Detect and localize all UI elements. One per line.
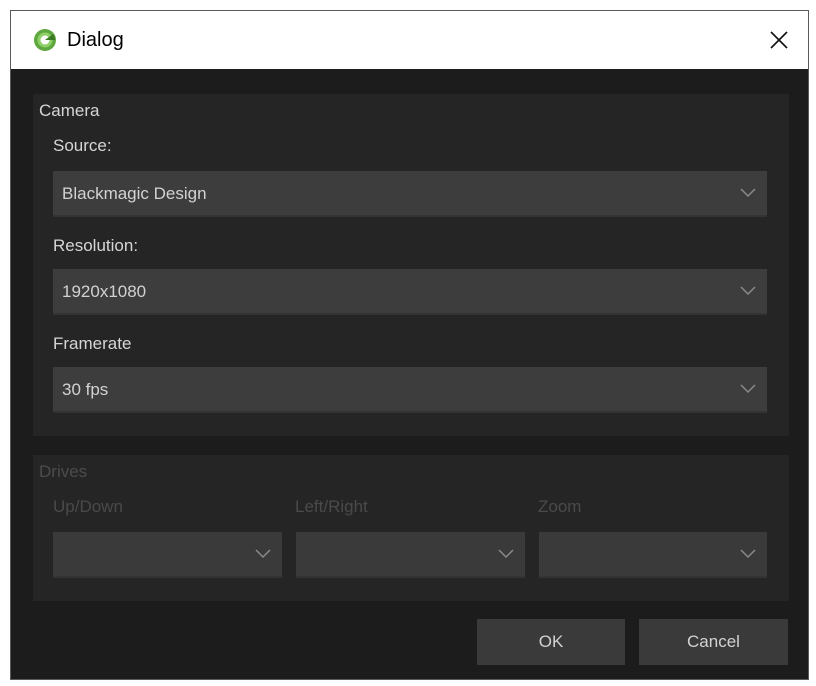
zoom-combo[interactable] [539, 532, 767, 578]
title-bar: Dialog [11, 11, 808, 69]
close-button[interactable] [750, 11, 808, 69]
chevron-down-icon [740, 549, 756, 559]
close-icon [770, 31, 788, 49]
chevron-down-icon [740, 384, 756, 394]
left-right-label: Left/Right [295, 497, 368, 516]
zoom-label: Zoom [538, 497, 582, 516]
framerate-combo[interactable]: 30 fps [53, 367, 767, 413]
app-logo-icon [34, 29, 56, 51]
window-title: Dialog [67, 29, 124, 51]
resolution-label: Resolution: [53, 236, 139, 255]
dialog-content: Camera Source: Blackmagic Design Resolut… [11, 69, 808, 679]
camera-group: Camera Source: Blackmagic Design Resolut… [33, 94, 789, 436]
chevron-down-icon [740, 188, 756, 198]
chevron-down-icon [740, 286, 756, 296]
ok-button[interactable]: OK [477, 619, 625, 665]
resolution-value: 1920x1080 [62, 282, 147, 301]
resolution-combo[interactable]: 1920x1080 [53, 269, 767, 315]
framerate-label: Framerate [53, 334, 132, 353]
left-right-combo[interactable] [296, 532, 525, 578]
up-down-label: Up/Down [53, 497, 123, 516]
chevron-down-icon [255, 549, 271, 559]
dialog-window: Dialog Camera Source: Blackmagic Design … [10, 10, 809, 680]
framerate-value: 30 fps [62, 380, 109, 399]
up-down-combo[interactable] [53, 532, 282, 578]
drives-group-title: Drives [39, 462, 88, 481]
cancel-button[interactable]: Cancel [639, 619, 788, 665]
camera-group-title: Camera [39, 101, 100, 120]
chevron-down-icon [498, 549, 514, 559]
drives-group: Drives Up/Down Left/Right Zoom [33, 455, 789, 601]
source-combo[interactable]: Blackmagic Design [53, 171, 767, 217]
source-value: Blackmagic Design [62, 184, 207, 203]
source-label: Source: [53, 136, 112, 155]
